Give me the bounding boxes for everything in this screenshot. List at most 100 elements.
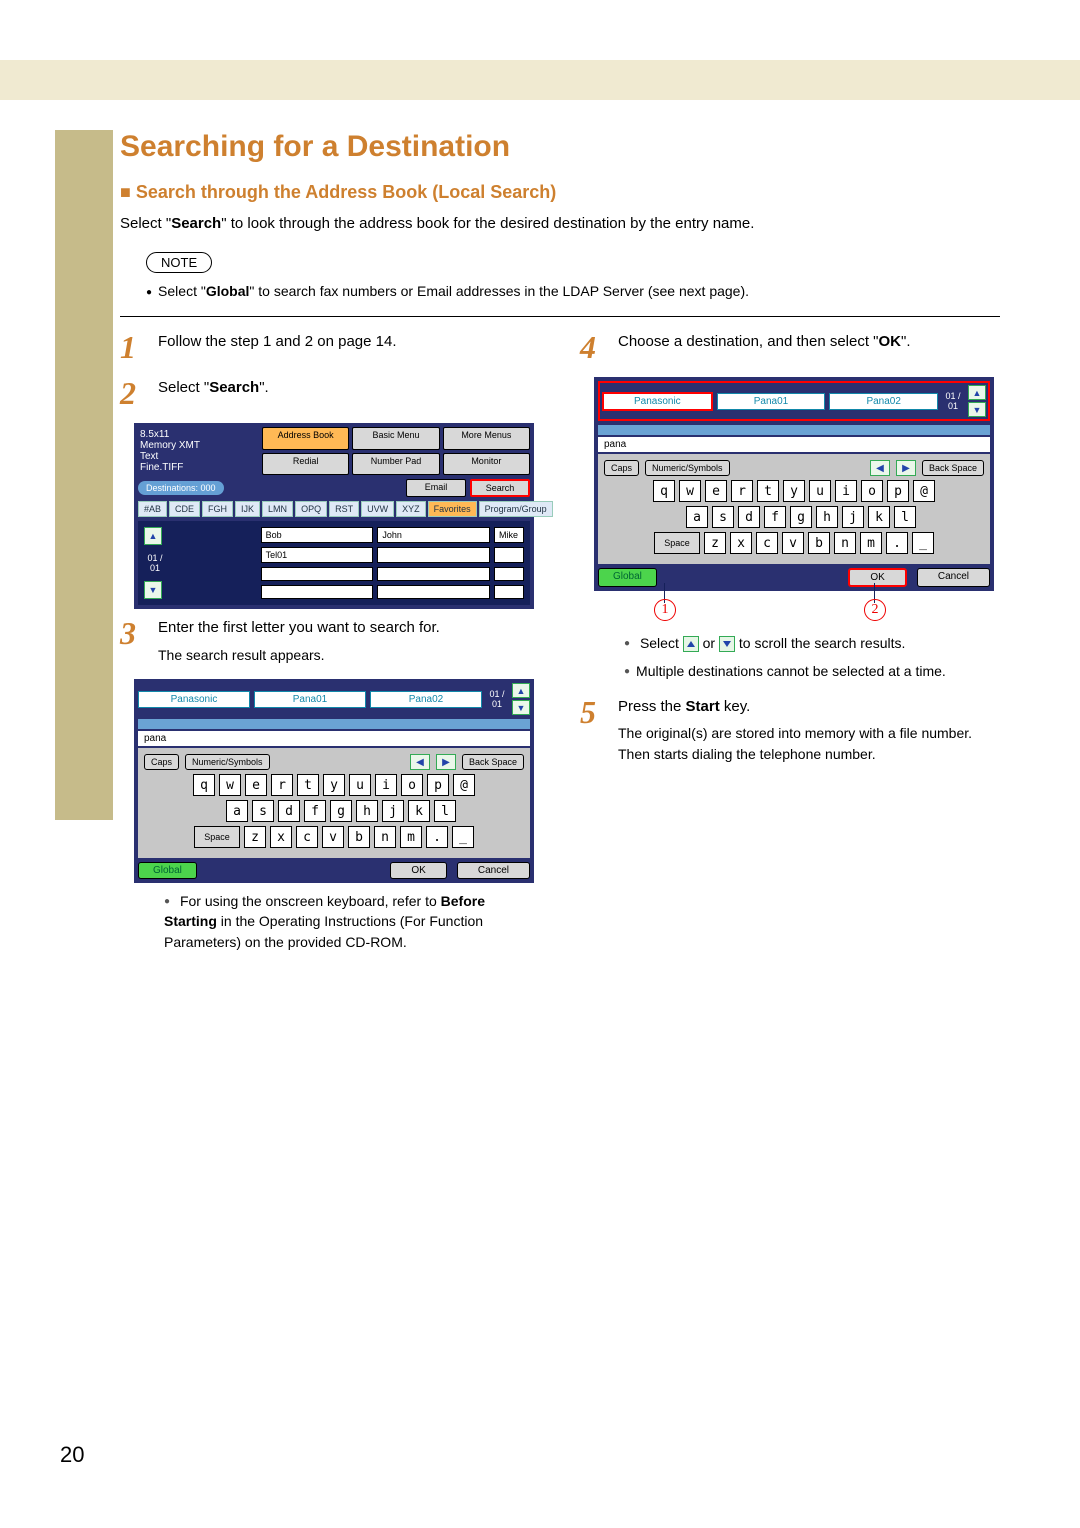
entry-tel01[interactable]: Tel01 bbox=[261, 547, 374, 563]
cursor-right-icon[interactable]: ▶ bbox=[896, 460, 916, 476]
key-n[interactable]: n bbox=[834, 532, 856, 554]
key-at[interactable]: @ bbox=[453, 774, 475, 796]
key-v[interactable]: v bbox=[782, 532, 804, 554]
key-b[interactable]: b bbox=[348, 826, 370, 848]
key-t[interactable]: t bbox=[297, 774, 319, 796]
email-button[interactable]: Email bbox=[406, 479, 466, 497]
scroll-down-icon[interactable]: ▼ bbox=[512, 700, 530, 715]
key-b[interactable]: b bbox=[808, 532, 830, 554]
key-n[interactable]: n bbox=[374, 826, 396, 848]
scroll-up-icon[interactable]: ▲ bbox=[144, 527, 162, 545]
key-c[interactable]: c bbox=[296, 826, 318, 848]
key-v[interactable]: v bbox=[322, 826, 344, 848]
tab-lmn[interactable]: LMN bbox=[262, 501, 293, 517]
entry-empty[interactable] bbox=[377, 547, 490, 563]
entry-bob[interactable]: Bob bbox=[261, 527, 374, 543]
key-m[interactable]: m bbox=[860, 532, 882, 554]
key-underscore[interactable]: _ bbox=[912, 532, 934, 554]
global-button[interactable]: Global bbox=[598, 568, 657, 587]
monitor-button[interactable]: Monitor bbox=[443, 453, 530, 476]
search-button[interactable]: Search bbox=[470, 479, 530, 497]
more-menus-button[interactable]: More Menus bbox=[443, 427, 530, 450]
result-pana01[interactable]: Pana01 bbox=[254, 691, 366, 708]
key-p[interactable]: p bbox=[427, 774, 449, 796]
key-w[interactable]: w bbox=[219, 774, 241, 796]
key-f[interactable]: f bbox=[304, 800, 326, 822]
key-x[interactable]: x bbox=[270, 826, 292, 848]
search-input[interactable]: pana bbox=[598, 437, 990, 452]
result-pana01[interactable]: Pana01 bbox=[717, 393, 826, 410]
key-j[interactable]: j bbox=[842, 506, 864, 528]
numeric-symbols-button[interactable]: Numeric/Symbols bbox=[645, 460, 730, 476]
tab-xyz[interactable]: XYZ bbox=[396, 501, 426, 517]
key-f[interactable]: f bbox=[764, 506, 786, 528]
address-book-button[interactable]: Address Book bbox=[262, 427, 349, 450]
key-u[interactable]: u bbox=[809, 480, 831, 502]
result-panasonic-selected[interactable]: Panasonic bbox=[602, 392, 713, 411]
tab-favorites[interactable]: Favorites bbox=[428, 501, 477, 517]
tab-opq[interactable]: OPQ bbox=[295, 501, 327, 517]
scroll-up-icon[interactable]: ▲ bbox=[968, 385, 986, 400]
redial-button[interactable]: Redial bbox=[262, 453, 349, 476]
entry-empty[interactable] bbox=[261, 567, 374, 581]
key-q[interactable]: q bbox=[653, 480, 675, 502]
key-g[interactable]: g bbox=[790, 506, 812, 528]
cursor-left-icon[interactable]: ◀ bbox=[870, 460, 890, 476]
entry-empty[interactable] bbox=[494, 547, 524, 563]
tab-rst[interactable]: RST bbox=[329, 501, 359, 517]
cursor-right-icon[interactable]: ▶ bbox=[436, 754, 456, 770]
key-m[interactable]: m bbox=[400, 826, 422, 848]
key-r[interactable]: r bbox=[271, 774, 293, 796]
result-pana02[interactable]: Pana02 bbox=[370, 691, 482, 708]
key-q[interactable]: q bbox=[193, 774, 215, 796]
key-i[interactable]: i bbox=[835, 480, 857, 502]
key-y[interactable]: y bbox=[783, 480, 805, 502]
key-a[interactable]: a bbox=[686, 506, 708, 528]
space-key[interactable]: Space bbox=[654, 532, 700, 554]
key-p[interactable]: p bbox=[887, 480, 909, 502]
key-t[interactable]: t bbox=[757, 480, 779, 502]
numeric-symbols-button[interactable]: Numeric/Symbols bbox=[185, 754, 270, 770]
key-k[interactable]: k bbox=[408, 800, 430, 822]
entry-empty[interactable] bbox=[377, 567, 490, 581]
global-button[interactable]: Global bbox=[138, 862, 197, 879]
result-panasonic[interactable]: Panasonic bbox=[138, 691, 250, 708]
entry-empty[interactable] bbox=[261, 585, 374, 599]
key-d[interactable]: d bbox=[278, 800, 300, 822]
key-i[interactable]: i bbox=[375, 774, 397, 796]
key-u[interactable]: u bbox=[349, 774, 371, 796]
entry-john[interactable]: John bbox=[377, 527, 490, 543]
backspace-button[interactable]: Back Space bbox=[922, 460, 984, 476]
cursor-left-icon[interactable]: ◀ bbox=[410, 754, 430, 770]
tab-cde[interactable]: CDE bbox=[169, 501, 200, 517]
tab-uvw[interactable]: UVW bbox=[361, 501, 394, 517]
key-at[interactable]: @ bbox=[913, 480, 935, 502]
scroll-down-icon[interactable]: ▼ bbox=[144, 581, 162, 599]
key-k[interactable]: k bbox=[868, 506, 890, 528]
tab-fgh[interactable]: FGH bbox=[202, 501, 233, 517]
entry-mike[interactable]: Mike bbox=[494, 527, 524, 543]
tab-program-group[interactable]: Program/Group bbox=[479, 501, 553, 517]
key-dot[interactable]: . bbox=[426, 826, 448, 848]
scroll-down-icon[interactable]: ▼ bbox=[968, 402, 986, 417]
result-pana02[interactable]: Pana02 bbox=[829, 393, 938, 410]
key-o[interactable]: o bbox=[861, 480, 883, 502]
key-s[interactable]: s bbox=[252, 800, 274, 822]
key-z[interactable]: z bbox=[244, 826, 266, 848]
cancel-button[interactable]: Cancel bbox=[917, 568, 990, 587]
key-a[interactable]: a bbox=[226, 800, 248, 822]
key-g[interactable]: g bbox=[330, 800, 352, 822]
tab-ijk[interactable]: IJK bbox=[235, 501, 260, 517]
key-j[interactable]: j bbox=[382, 800, 404, 822]
entry-empty[interactable] bbox=[494, 585, 524, 599]
backspace-button[interactable]: Back Space bbox=[462, 754, 524, 770]
ok-button[interactable]: OK bbox=[390, 862, 446, 879]
caps-button[interactable]: Caps bbox=[144, 754, 179, 770]
key-w[interactable]: w bbox=[679, 480, 701, 502]
space-key[interactable]: Space bbox=[194, 826, 240, 848]
key-l[interactable]: l bbox=[894, 506, 916, 528]
key-h[interactable]: h bbox=[356, 800, 378, 822]
key-underscore[interactable]: _ bbox=[452, 826, 474, 848]
key-s[interactable]: s bbox=[712, 506, 734, 528]
key-c[interactable]: c bbox=[756, 532, 778, 554]
